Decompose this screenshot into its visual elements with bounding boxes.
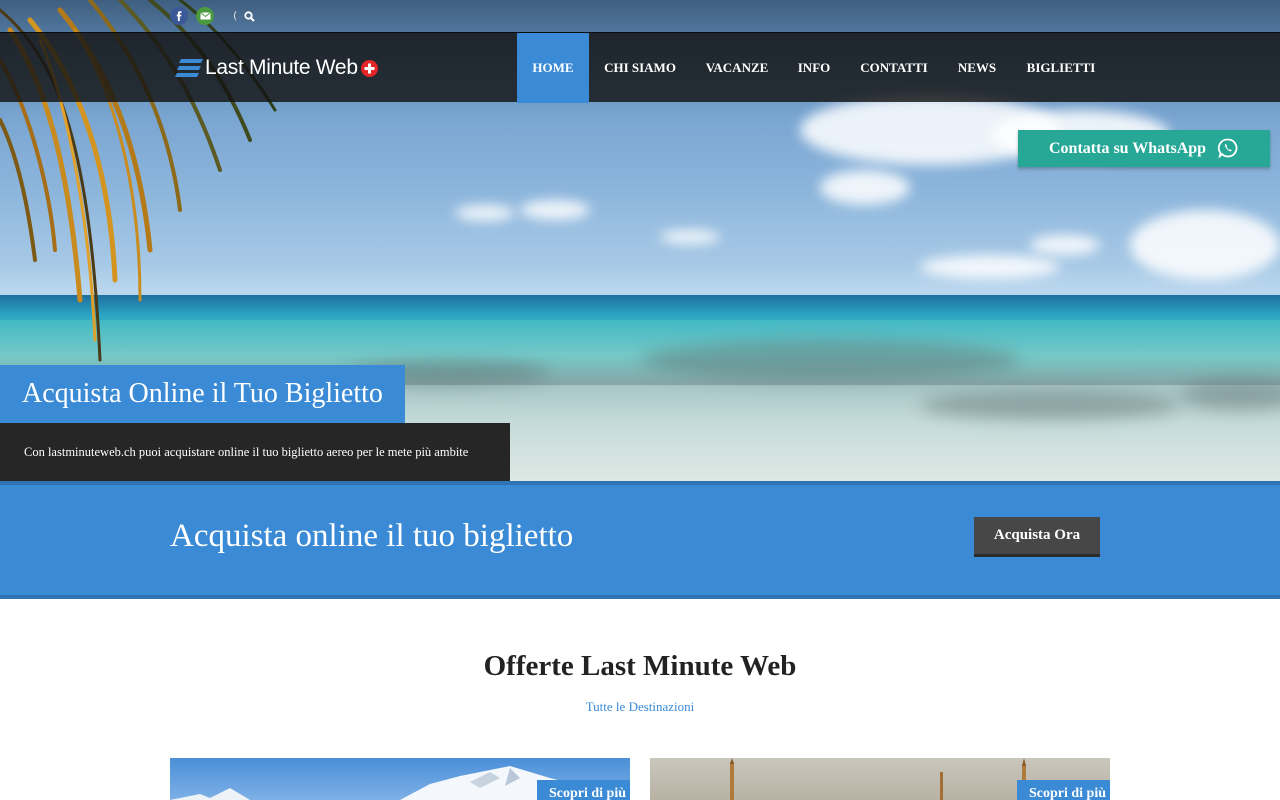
buy-now-button[interactable]: Acquista Ora [974, 517, 1100, 557]
cta-band: Acquista online il tuo biglietto Acquist… [0, 481, 1280, 599]
nav-info[interactable]: INFO [790, 33, 838, 103]
offer-card[interactable]: Scopri di più [170, 758, 630, 800]
slider-title: Acquista Online il Tuo Biglietto [0, 365, 405, 423]
whatsapp-icon [1218, 138, 1238, 158]
facebook-icon[interactable] [170, 7, 188, 25]
topbar-separator: ( [233, 9, 238, 22]
discover-more-button[interactable]: Scopri di più [537, 780, 630, 800]
whatsapp-label: Contatta su WhatsApp [1049, 139, 1207, 157]
offer-card[interactable]: Scopri di più [650, 758, 1110, 800]
offers-title: Offerte Last Minute Web [483, 650, 797, 682]
nav-chi-siamo[interactable]: CHI SIAMO [596, 33, 684, 103]
main-navbar: Last Minute Web HOME CHI SIAMO VACANZE I… [0, 32, 1280, 103]
all-destinations-link[interactable]: Tutte le Destinazioni [0, 699, 1280, 715]
swiss-cross-icon [360, 59, 378, 77]
slider-subtitle: Con lastminuteweb.ch puoi acquistare onl… [0, 423, 510, 481]
logo-lines-icon [175, 59, 203, 77]
logo-text: Last Minute Web [205, 56, 358, 79]
nav-biglietti[interactable]: BIGLIETTI [1018, 33, 1104, 103]
search-icon[interactable] [244, 9, 258, 23]
top-bar: ( [0, 0, 1280, 32]
site-logo[interactable]: Last Minute Web [175, 53, 378, 83]
nav-vacanze[interactable]: VACANZE [698, 33, 776, 103]
nav-home[interactable]: HOME [517, 33, 589, 103]
nav-news[interactable]: NEWS [950, 33, 1004, 103]
mail-icon[interactable] [196, 7, 214, 25]
cta-text: Acquista online il tuo biglietto [170, 518, 574, 554]
nav-contatti[interactable]: CONTATTI [852, 33, 936, 103]
whatsapp-contact-button[interactable]: Contatta su WhatsApp [1018, 130, 1270, 167]
discover-more-button[interactable]: Scopri di più [1017, 780, 1110, 800]
